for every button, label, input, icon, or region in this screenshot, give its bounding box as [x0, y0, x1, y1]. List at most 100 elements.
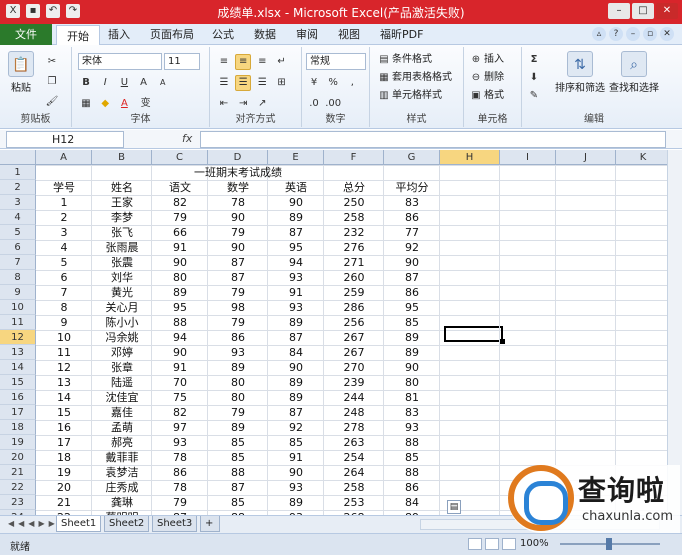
data-cell[interactable]: 90 — [268, 360, 324, 375]
column-header[interactable]: C — [152, 150, 208, 165]
zoom-slider-handle[interactable] — [606, 538, 612, 550]
data-cell[interactable]: 79 — [208, 285, 268, 300]
data-cell[interactable]: 13 — [36, 375, 92, 390]
data-cell[interactable]: 286 — [324, 300, 384, 315]
header-cell[interactable]: 平均分 — [384, 180, 440, 195]
data-cell[interactable]: 袁梦洁 — [92, 465, 152, 480]
name-box[interactable]: H12 — [6, 131, 124, 148]
data-cell[interactable]: 李梦 — [92, 210, 152, 225]
data-cell[interactable]: 84 — [268, 345, 324, 360]
row-header[interactable]: 5 — [0, 225, 36, 240]
data-cell[interactable]: 90 — [208, 210, 268, 225]
data-cell[interactable]: 19 — [36, 465, 92, 480]
data-cell[interactable]: 85 — [208, 495, 268, 510]
row-header[interactable]: 22 — [0, 480, 36, 495]
row-header[interactable]: 7 — [0, 255, 36, 270]
data-cell[interactable]: 87 — [268, 330, 324, 345]
data-cell[interactable]: 83 — [384, 195, 440, 210]
sort-filter-button[interactable]: ⇅ 排序和筛选 — [552, 51, 608, 94]
insert-function-button[interactable]: fx — [182, 132, 192, 145]
data-cell[interactable]: 85 — [384, 315, 440, 330]
data-cell[interactable]: 95 — [152, 300, 208, 315]
data-cell[interactable]: 93 — [208, 345, 268, 360]
row-header[interactable]: 12 — [0, 330, 36, 345]
data-cell[interactable]: 94 — [268, 255, 324, 270]
help-icon[interactable]: ? — [609, 27, 623, 41]
data-cell[interactable]: 86 — [152, 465, 208, 480]
find-select-button[interactable]: ⌕ 查找和选择 — [606, 51, 662, 94]
data-cell[interactable]: 78 — [208, 195, 268, 210]
copy-icon[interactable]: ❐ — [44, 74, 60, 90]
data-cell[interactable]: 89 — [268, 495, 324, 510]
data-cell[interactable]: 4 — [36, 240, 92, 255]
data-cell[interactable]: 88 — [384, 435, 440, 450]
align-top-icon[interactable]: ≡ — [216, 54, 232, 70]
data-cell[interactable]: 93 — [268, 270, 324, 285]
insert-cells-button[interactable]: ⊕ 插入 — [468, 51, 504, 68]
data-cell[interactable]: 77 — [384, 225, 440, 240]
data-cell[interactable]: 66 — [152, 225, 208, 240]
font-size-select[interactable]: 11 — [164, 53, 200, 70]
data-cell[interactable]: 8 — [36, 300, 92, 315]
data-cell[interactable]: 258 — [324, 480, 384, 495]
data-cell[interactable]: 80 — [208, 390, 268, 405]
data-cell[interactable]: 82 — [152, 405, 208, 420]
data-cell[interactable]: 267 — [324, 345, 384, 360]
normal-view-icon[interactable] — [468, 538, 482, 550]
data-cell[interactable]: 邓婷 — [92, 345, 152, 360]
data-cell[interactable]: 89 — [268, 210, 324, 225]
minimize-button[interactable]: – — [608, 3, 630, 19]
data-cell[interactable]: 259 — [324, 285, 384, 300]
data-cell[interactable]: 97 — [152, 420, 208, 435]
data-cell[interactable]: 89 — [152, 285, 208, 300]
align-center-icon[interactable]: ☰ — [235, 75, 252, 91]
column-header[interactable]: F — [324, 150, 384, 165]
data-cell[interactable]: 嘉佳 — [92, 405, 152, 420]
row-header[interactable]: 14 — [0, 360, 36, 375]
data-cell[interactable]: 15 — [36, 405, 92, 420]
page-break-view-icon[interactable] — [502, 538, 516, 550]
data-cell[interactable]: 75 — [152, 390, 208, 405]
data-cell[interactable]: 80 — [208, 375, 268, 390]
header-cell[interactable]: 英语 — [268, 180, 324, 195]
data-cell[interactable]: 戴菲菲 — [92, 450, 152, 465]
tab-insert[interactable]: 插入 — [108, 24, 130, 45]
tab-file[interactable]: 文件 — [0, 24, 52, 45]
data-cell[interactable]: 张章 — [92, 360, 152, 375]
data-cell[interactable]: 88 — [208, 465, 268, 480]
data-cell[interactable]: 260 — [324, 270, 384, 285]
data-cell[interactable]: 232 — [324, 225, 384, 240]
data-cell[interactable]: 10 — [36, 330, 92, 345]
autosum-button[interactable]: Σ — [526, 52, 542, 68]
data-cell[interactable]: 孟萌 — [92, 420, 152, 435]
sheet-tab-1[interactable]: Sheet1 — [56, 516, 102, 532]
data-cell[interactable]: 80 — [152, 270, 208, 285]
data-cell[interactable]: 90 — [384, 255, 440, 270]
row-header[interactable]: 4 — [0, 210, 36, 225]
data-cell[interactable]: 91 — [268, 450, 324, 465]
data-cell[interactable]: 87 — [208, 480, 268, 495]
data-cell[interactable]: 黄光 — [92, 285, 152, 300]
data-cell[interactable]: 84 — [384, 495, 440, 510]
data-cell[interactable]: 79 — [208, 225, 268, 240]
header-cell[interactable]: 总分 — [324, 180, 384, 195]
data-cell[interactable]: 250 — [324, 195, 384, 210]
zoom-level[interactable]: 100% — [520, 538, 549, 549]
data-cell[interactable]: 70 — [152, 375, 208, 390]
data-cell[interactable]: 87 — [268, 405, 324, 420]
data-cell[interactable]: 90 — [268, 465, 324, 480]
data-cell[interactable]: 86 — [384, 480, 440, 495]
tab-foxit-pdf[interactable]: 福昕PDF — [380, 24, 423, 45]
currency-icon[interactable]: ¥ — [306, 75, 322, 91]
row-header[interactable]: 1 — [0, 165, 36, 180]
sheet-tab-2[interactable]: Sheet2 — [104, 516, 150, 532]
data-cell[interactable]: 89 — [268, 315, 324, 330]
sheet-title[interactable]: 一班期末考试成绩 — [36, 165, 440, 180]
data-cell[interactable]: 278 — [324, 420, 384, 435]
header-cell[interactable]: 数学 — [208, 180, 268, 195]
row-header[interactable]: 19 — [0, 435, 36, 450]
data-cell[interactable]: 郝亮 — [92, 435, 152, 450]
data-cell[interactable]: 陆遥 — [92, 375, 152, 390]
italic-button[interactable]: I — [97, 75, 113, 91]
window-restore-icon[interactable]: ▫ — [643, 27, 657, 41]
